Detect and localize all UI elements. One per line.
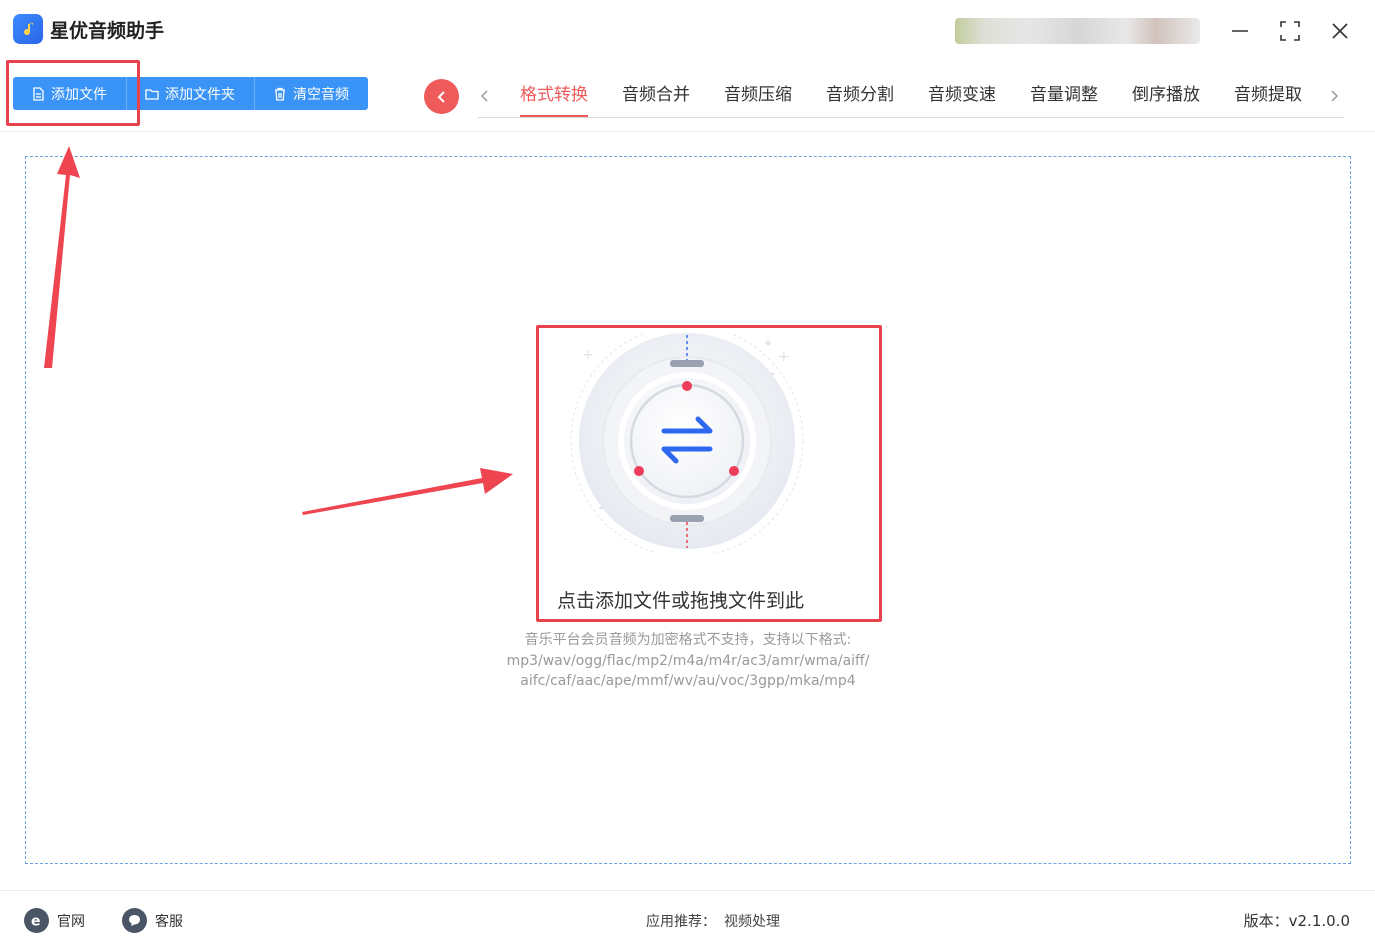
chevron-left-icon <box>437 90 445 103</box>
title-bar: 星优音频助手 <box>0 0 1375 60</box>
clear-audio-label: 清空音频 <box>293 86 349 103</box>
recommend-label: 应用推荐： <box>646 914 716 930</box>
version-label: 版本：v2.1.0.0 <box>1243 912 1350 930</box>
tabs-scroll-right[interactable] <box>1328 84 1342 112</box>
chevron-right-icon <box>1331 90 1339 102</box>
website-label: 官网 <box>57 913 85 930</box>
recommend-video-link[interactable]: 视频处理 <box>724 914 780 930</box>
ie-icon: e <box>24 908 49 933</box>
tab-6[interactable]: 倒序播放 <box>1115 83 1217 117</box>
chat-icon <box>122 908 147 933</box>
svg-text:e: e <box>31 914 41 929</box>
hint-line: 音乐平台会员音频为加密格式不支持，支持以下格式: <box>524 632 852 648</box>
tabs-scroll-left[interactable] <box>477 84 491 112</box>
app-recommendation: 应用推荐： 视频处理 <box>646 911 780 931</box>
function-tabs: 格式转换 音频合并 音频压缩 音频分割 音频变速 音量调整 倒序播放 音频提取 <box>503 83 1319 117</box>
add-folder-button[interactable]: 添加文件夹 <box>127 77 255 110</box>
website-link[interactable]: e 官网 <box>24 908 85 933</box>
support-label: 客服 <box>155 913 183 930</box>
header-divider <box>0 131 1375 132</box>
close-icon <box>1332 23 1348 39</box>
chevron-left-icon <box>480 90 488 102</box>
tab-3[interactable]: 音频分割 <box>809 83 911 117</box>
hint-line: aifc/caf/aac/ape/mmf/wv/au/voc/3gpp/mka/… <box>520 673 856 689</box>
add-folder-label: 添加文件夹 <box>165 86 235 103</box>
annotation-highlight-add-file <box>6 60 140 126</box>
app-icon <box>13 14 43 44</box>
footer-links: e 官网 客服 <box>24 908 220 933</box>
tab-5[interactable]: 音量调整 <box>1013 83 1115 117</box>
user-account-avatar[interactable] <box>955 18 1200 44</box>
minimize-button[interactable] <box>1223 14 1257 48</box>
footer-divider <box>0 890 1375 891</box>
tab-0[interactable]: 格式转换 <box>503 83 605 117</box>
support-link[interactable]: 客服 <box>122 908 183 933</box>
tabs-underline <box>478 117 1344 118</box>
trash-icon <box>275 87 285 101</box>
drop-prompt[interactable]: 点击添加文件或拖拽文件到此 <box>557 586 804 613</box>
clear-audio-button[interactable]: 清空音频 <box>255 77 368 110</box>
hint-line: mp3/wav/ogg/flac/mp2/m4a/m4r/ac3/amr/wma… <box>506 652 870 669</box>
tab-2[interactable]: 音频压缩 <box>707 83 809 117</box>
tab-4[interactable]: 音频变速 <box>911 83 1013 117</box>
tab-7[interactable]: 音频提取 <box>1217 83 1319 117</box>
app-title: 星优音频助手 <box>50 20 165 42</box>
back-button[interactable] <box>424 79 459 114</box>
maximize-icon <box>1280 21 1300 41</box>
folder-icon <box>145 88 159 100</box>
tab-1[interactable]: 音频合并 <box>605 83 707 117</box>
supported-formats-hint: 音乐平台会员音频为加密格式不支持，支持以下格式: mp3/wav/ogg/fla… <box>448 630 928 692</box>
minimize-icon <box>1232 30 1248 32</box>
close-button[interactable] <box>1323 14 1357 48</box>
maximize-button[interactable] <box>1273 14 1307 48</box>
annotation-highlight-drop-area <box>536 325 882 622</box>
